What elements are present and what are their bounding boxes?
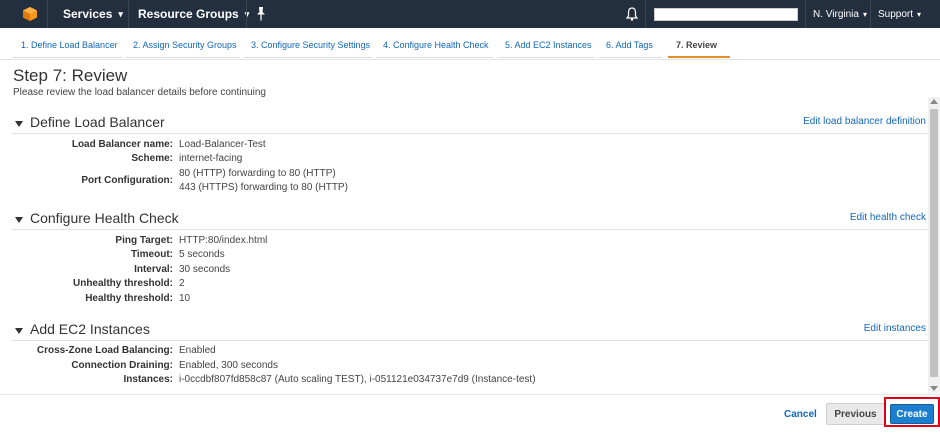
step-underline: [599, 57, 662, 58]
region-menu[interactable]: N. Virginia ▾: [813, 0, 867, 28]
section-configure-health-check[interactable]: Configure Health Check Edit health check: [0, 210, 928, 230]
top-navigation-bar: Services ▾ Resource Groups ▾ N. Virginia…: [0, 0, 940, 28]
region-label: N. Virginia: [813, 8, 859, 20]
account-menu[interactable]: [654, 8, 798, 21]
create-button[interactable]: Create: [890, 404, 934, 424]
row-label: Cross-Zone Load Balancing:: [36, 345, 173, 356]
row-label: Timeout:: [130, 249, 173, 260]
section-title[interactable]: Define Load Balancer: [30, 114, 165, 130]
step-6-tab[interactable]: 6. Add Tags: [606, 40, 653, 50]
scroll-thumb[interactable]: [930, 109, 938, 377]
active-step-underline: [668, 56, 730, 58]
row-value: 10: [179, 293, 191, 304]
nav-divider: [128, 0, 129, 28]
row-value: internet-facing: [179, 153, 243, 164]
step-underline: [13, 57, 122, 58]
edit-load-balancer-link[interactable]: Edit load balancer definition: [803, 116, 926, 127]
support-menu[interactable]: Support ▾: [878, 0, 921, 28]
row-label: Instances:: [123, 374, 173, 385]
bell-icon[interactable]: [625, 6, 639, 22]
support-label: Support: [878, 8, 914, 20]
services-menu[interactable]: Services ▾: [63, 0, 123, 28]
section-divider: [12, 133, 928, 134]
row-value: 80 (HTTP) forwarding to 80 (HTTP): [179, 168, 336, 179]
row-label: Load Balancer name:: [71, 139, 173, 150]
chevron-down-icon: ▾: [862, 9, 867, 19]
review-content: Define Load Balancer Edit load balancer …: [0, 100, 928, 394]
resource-groups-label: Resource Groups: [138, 7, 239, 21]
row-value: 2: [179, 278, 185, 289]
step-underline: [497, 57, 595, 58]
nav-divider: [47, 0, 48, 28]
previous-button[interactable]: Previous: [826, 403, 885, 425]
collapse-triangle-icon[interactable]: [15, 121, 23, 127]
row-value: i-0ccdbf807fd858c87 (Auto scaling TEST),…: [179, 374, 536, 385]
row-value: 5 seconds: [179, 249, 225, 260]
section-add-ec2-instances[interactable]: Add EC2 Instances Edit instances: [0, 321, 928, 341]
wizard-steps: 1. Define Load Balancer 2. Assign Securi…: [0, 28, 940, 60]
step-underline: [244, 57, 372, 58]
nav-divider: [805, 0, 806, 28]
collapse-triangle-icon[interactable]: [15, 328, 23, 334]
vertical-scrollbar[interactable]: [928, 97, 940, 393]
chevron-down-icon: ▾: [118, 8, 123, 19]
step-1-tab[interactable]: 1. Define Load Balancer: [21, 40, 118, 50]
step-underline: [126, 57, 240, 58]
section-define-load-balancer[interactable]: Define Load Balancer Edit load balancer …: [0, 114, 928, 134]
row-value: HTTP:80/index.html: [179, 235, 268, 246]
step-5-tab[interactable]: 5. Add EC2 Instances: [505, 40, 592, 50]
services-label: Services: [63, 7, 113, 21]
step-7-tab[interactable]: 7. Review: [676, 40, 717, 50]
step-4-tab[interactable]: 4. Configure Health Check: [383, 40, 489, 50]
nav-divider: [645, 0, 646, 28]
row-label: Unhealthy threshold:: [72, 278, 173, 289]
step-3-tab[interactable]: 3. Configure Security Settings: [251, 40, 370, 50]
pin-icon[interactable]: [254, 6, 268, 22]
section-divider: [12, 229, 928, 230]
section-title[interactable]: Configure Health Check: [30, 210, 179, 226]
wizard-footer: Cancel Previous Create: [0, 394, 940, 433]
row-value: Enabled: [179, 345, 216, 356]
section-title[interactable]: Add EC2 Instances: [30, 321, 150, 337]
scroll-down-arrow-icon[interactable]: [930, 386, 938, 391]
row-value: 30 seconds: [179, 264, 231, 275]
step-2-tab[interactable]: 2. Assign Security Groups: [133, 40, 237, 50]
cancel-link[interactable]: Cancel: [784, 409, 817, 420]
step-underline: [376, 57, 493, 58]
collapse-triangle-icon[interactable]: [15, 217, 23, 223]
row-label: Connection Draining:: [71, 360, 173, 371]
section-divider: [12, 340, 928, 341]
resource-groups-menu[interactable]: Resource Groups ▾: [138, 0, 249, 28]
row-label: Healthy threshold:: [85, 293, 173, 304]
row-value: 443 (HTTPS) forwarding to 80 (HTTP): [179, 182, 348, 193]
aws-cube-icon[interactable]: [22, 6, 38, 22]
nav-divider: [246, 0, 247, 28]
row-value: Load-Balancer-Test: [179, 139, 266, 150]
page-title: Step 7: Review: [13, 66, 128, 85]
edit-health-check-link[interactable]: Edit health check: [850, 212, 926, 223]
row-label: Interval:: [134, 264, 173, 275]
row-label: Scheme:: [131, 153, 173, 164]
row-label: Ping Target:: [115, 235, 173, 246]
page-subtitle: Please review the load balancer details …: [13, 87, 266, 98]
edit-instances-link[interactable]: Edit instances: [864, 323, 926, 334]
row-label: Port Configuration:: [81, 175, 173, 186]
nav-divider: [870, 0, 871, 28]
row-value: Enabled, 300 seconds: [179, 360, 278, 371]
scroll-up-arrow-icon[interactable]: [930, 99, 938, 104]
chevron-down-icon: ▾: [917, 9, 922, 19]
